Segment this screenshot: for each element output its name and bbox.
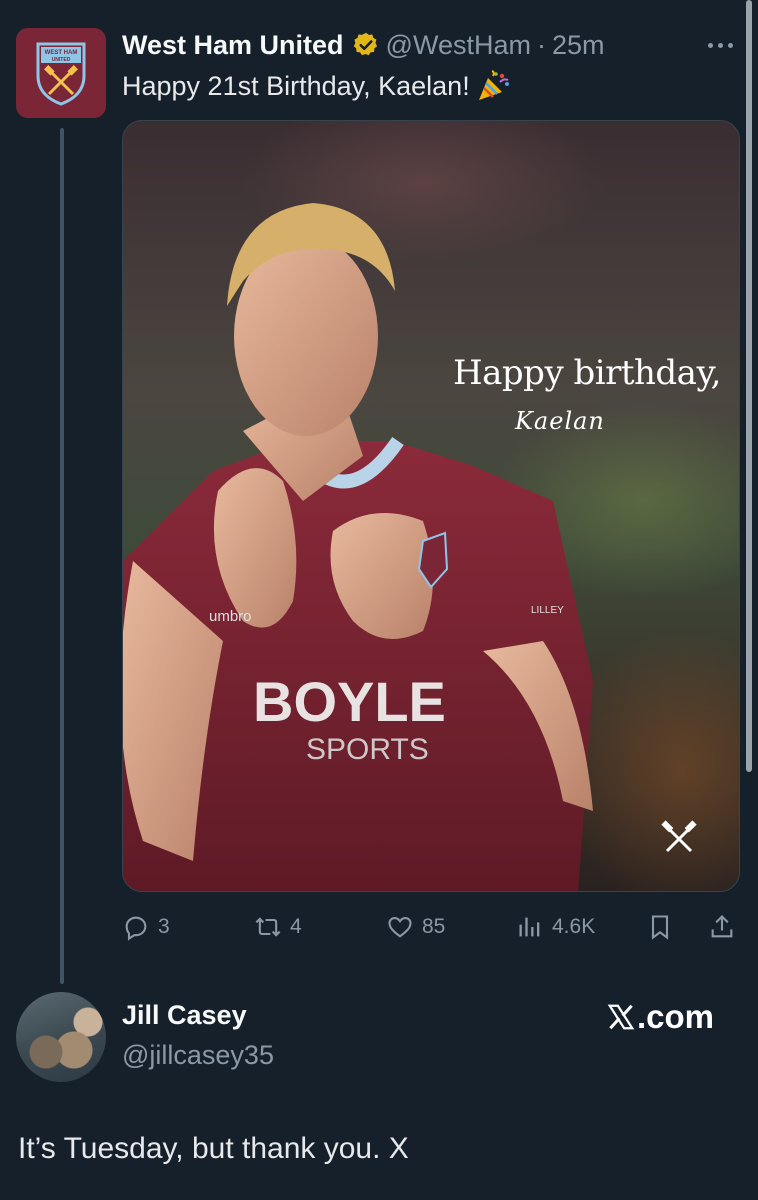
tweet-timestamp[interactable]: 25m bbox=[552, 30, 605, 61]
svg-text:SPORTS: SPORTS bbox=[306, 733, 429, 766]
bookmark-icon bbox=[651, 915, 669, 940]
svg-text:umbro: umbro bbox=[209, 608, 252, 625]
repost-count: 4 bbox=[290, 915, 302, 938]
views-count: 4.6K bbox=[552, 915, 596, 938]
thread-connector-line bbox=[60, 128, 64, 984]
views-action[interactable]: 4.6K bbox=[516, 904, 595, 950]
bookmark-action[interactable] bbox=[646, 904, 682, 950]
like-action[interactable]: 85 bbox=[386, 904, 445, 950]
tweet-author-name[interactable]: West Ham United bbox=[122, 30, 344, 61]
party-popper-icon bbox=[478, 70, 509, 100]
tweet-author-handle[interactable]: @WestHam bbox=[386, 30, 531, 61]
tweet-body: Happy 21st Birthday, Kaelan! bbox=[122, 70, 512, 102]
reply-icon bbox=[125, 916, 147, 941]
repost-icon bbox=[255, 917, 281, 937]
heart-icon bbox=[388, 916, 412, 938]
share-action[interactable] bbox=[708, 904, 744, 950]
reply-author-name[interactable]: Jill Casey bbox=[122, 1000, 247, 1031]
more-options-icon[interactable] bbox=[708, 40, 744, 50]
svg-text:BOYLE: BOYLE bbox=[253, 670, 446, 733]
repost-action[interactable]: 4 bbox=[254, 904, 302, 950]
birthday-overlay-title: Happy birthday, bbox=[453, 353, 721, 393]
reply-count: 3 bbox=[158, 915, 170, 938]
player-photo: BOYLE SPORTS umbro LILLEY bbox=[123, 203, 593, 891]
svg-text:WEST HAM: WEST HAM bbox=[45, 50, 78, 56]
verified-badge-icon[interactable] bbox=[352, 31, 380, 59]
birthday-overlay-name: Kaelan bbox=[515, 407, 605, 435]
x-com-watermark: .com bbox=[606, 998, 714, 1036]
jill-casey-avatar[interactable] bbox=[16, 992, 106, 1082]
west-ham-crest-logo: WEST HAM UNITED bbox=[36, 42, 86, 106]
reply-text: It’s Tuesday, but thank you. X bbox=[18, 1132, 409, 1165]
tweet-text: Happy 21st Birthday, Kaelan! bbox=[122, 70, 470, 101]
like-count: 85 bbox=[422, 915, 446, 938]
tweet-image[interactable]: BOYLE SPORTS umbro LILLEY Happy birthday… bbox=[122, 120, 740, 892]
x-logo-icon bbox=[607, 1004, 635, 1030]
share-icon bbox=[711, 915, 733, 938]
tweet-action-bar: 3 4 85 4.6K bbox=[122, 904, 740, 950]
reply-action[interactable]: 3 bbox=[122, 904, 170, 950]
svg-text:LILLEY: LILLEY bbox=[531, 605, 564, 616]
svg-text:UNITED: UNITED bbox=[52, 57, 71, 63]
header-separator: · bbox=[536, 29, 546, 60]
reply-author-handle[interactable]: @jillcasey35 bbox=[122, 1040, 274, 1071]
crossed-hammers-icon bbox=[661, 820, 697, 853]
west-ham-avatar[interactable]: WEST HAM UNITED bbox=[16, 28, 106, 118]
watermark-text: .com bbox=[637, 998, 715, 1035]
views-chart-icon bbox=[519, 917, 540, 937]
tweet-header: West Ham United @WestHam · 25m bbox=[122, 28, 605, 62]
scrollbar[interactable] bbox=[746, 0, 752, 772]
